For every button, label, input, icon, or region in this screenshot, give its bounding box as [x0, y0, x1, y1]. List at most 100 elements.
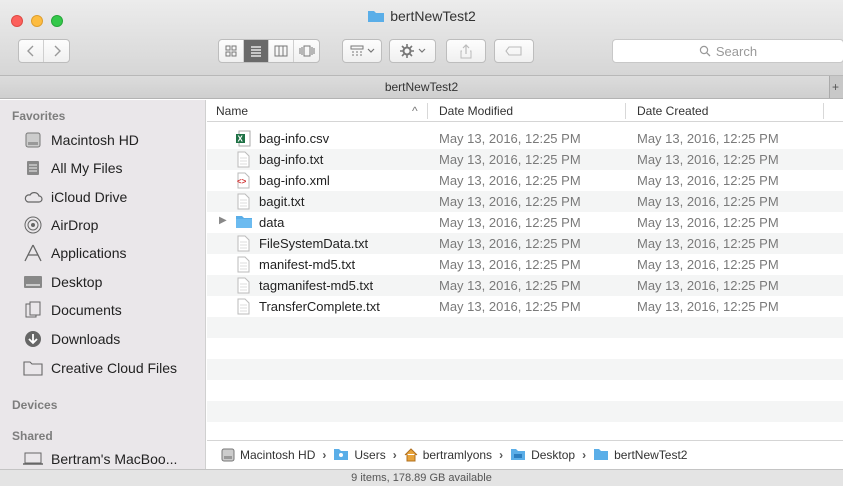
xml-file-icon: <> — [235, 172, 251, 189]
path-item-bertnewtest2[interactable]: bertNewTest2 — [593, 448, 687, 462]
grid-icon — [225, 45, 237, 57]
table-row[interactable]: tagmanifest-md5.txt May 13, 2016, 12:25 … — [207, 275, 843, 296]
column-divider[interactable] — [625, 103, 626, 119]
tab-current[interactable]: bertNewTest2 — [385, 80, 458, 94]
sidebar-item-applications[interactable]: Applications — [22, 241, 127, 265]
file-date-modified: May 13, 2016, 12:25 PM — [439, 152, 581, 167]
share-button[interactable] — [446, 39, 486, 63]
list-view-button[interactable] — [244, 40, 269, 62]
column-header-name[interactable]: Name — [216, 104, 248, 118]
sidebar-item-all-my-files[interactable]: All My Files — [22, 156, 123, 180]
table-row[interactable]: X bag-info.csv May 13, 2016, 12:25 PM Ma… — [207, 128, 843, 149]
table-row[interactable]: ▶ data May 13, 2016, 12:25 PM May 13, 20… — [207, 212, 843, 233]
sidebar-item-label: Desktop — [51, 274, 103, 290]
tag-button[interactable] — [494, 39, 534, 63]
sidebar-item-label: Downloads — [51, 331, 121, 347]
file-date-modified: May 13, 2016, 12:25 PM — [439, 131, 581, 146]
sort-ascending-icon: ^ — [412, 104, 418, 118]
title-toolbar: bertNewTest2 Search — [0, 0, 843, 76]
file-date-created: May 13, 2016, 12:25 PM — [637, 257, 779, 272]
sidebar-item-downloads[interactable]: Downloads — [22, 327, 120, 351]
sidebar-item-label: Creative Cloud Files — [51, 360, 178, 376]
sidebar-item-label: Documents — [51, 302, 122, 318]
empty-row — [207, 317, 843, 338]
table-row[interactable]: bag-info.txt May 13, 2016, 12:25 PM May … — [207, 149, 843, 170]
table-row[interactable]: TransferComplete.txt May 13, 2016, 12:25… — [207, 296, 843, 317]
file-date-created: May 13, 2016, 12:25 PM — [637, 152, 779, 167]
desktop-icon — [22, 272, 44, 292]
text-file-icon — [235, 235, 251, 252]
column-view-button[interactable] — [269, 40, 294, 62]
path-item-label: Users — [354, 447, 386, 462]
folder-icon — [235, 214, 252, 231]
file-name: data — [259, 215, 285, 230]
sidebar-header-shared: Shared — [12, 429, 53, 443]
sidebar-item-label: Applications — [51, 245, 127, 261]
table-row[interactable]: <> bag-info.xml May 13, 2016, 12:25 PM M… — [207, 170, 843, 191]
sidebar-item-macintosh-hd[interactable]: Macintosh HD — [22, 128, 139, 152]
chevron-down-icon — [418, 48, 425, 53]
laptop-icon — [22, 449, 44, 469]
back-button[interactable] — [19, 40, 44, 62]
file-name: bag-info.xml — [259, 173, 330, 188]
sidebar-item-desktop[interactable]: Desktop — [22, 270, 102, 294]
sidebar-item-creative-cloud-files[interactable]: Creative Cloud Files — [22, 356, 177, 380]
sidebar-item-documents[interactable]: Documents — [22, 298, 122, 322]
file-date-modified: May 13, 2016, 12:25 PM — [439, 194, 581, 209]
arrange-button[interactable] — [342, 39, 382, 63]
path-item-users[interactable]: Users — [333, 447, 386, 462]
file-name: bag-info.txt — [259, 152, 324, 167]
sidebar-item-bertram-macbook[interactable]: Bertram's MacBoo... — [22, 447, 177, 471]
window-title: bertNewTest2 — [0, 8, 843, 26]
table-row[interactable]: manifest-md5.txt May 13, 2016, 12:25 PM … — [207, 254, 843, 275]
column-header-date-modified[interactable]: Date Modified — [439, 104, 513, 118]
path-bar: Macintosh HD › Users › bertramlyons › De… — [207, 440, 843, 468]
status-bar: 9 items, 178.89 GB available — [0, 469, 843, 486]
path-item-label: bertramlyons — [422, 447, 493, 462]
path-separator-icon: › — [322, 447, 327, 462]
sidebar-item-label: iCloud Drive — [51, 189, 128, 205]
nav-buttons — [18, 39, 70, 63]
file-date-created: May 13, 2016, 12:25 PM — [637, 299, 779, 314]
sidebar-item-label: All My Files — [51, 160, 123, 176]
column-header-date-created[interactable]: Date Created — [637, 104, 708, 118]
empty-row — [207, 359, 843, 380]
cloud-icon — [22, 187, 44, 207]
folder-icon — [22, 358, 44, 378]
table-row[interactable]: FileSystemData.txt May 13, 2016, 12:25 P… — [207, 233, 843, 254]
forward-button[interactable] — [44, 40, 69, 62]
path-item-desktop[interactable]: Desktop — [510, 448, 575, 462]
file-name: manifest-md5.txt — [259, 257, 356, 272]
action-button[interactable] — [389, 39, 436, 63]
table-row[interactable]: bagit.txt May 13, 2016, 12:25 PM May 13,… — [207, 191, 843, 212]
file-date-created: May 13, 2016, 12:25 PM — [637, 215, 779, 230]
status-text: 9 items, 178.89 GB available — [351, 472, 492, 484]
file-name: FileSystemData.txt — [259, 236, 369, 251]
arrange-grid-icon — [350, 45, 363, 56]
coverflow-icon — [299, 45, 314, 57]
file-date-modified: May 13, 2016, 12:25 PM — [439, 299, 581, 314]
icon-view-button[interactable] — [219, 40, 244, 62]
new-tab-button[interactable]: + — [829, 76, 843, 98]
empty-row — [207, 401, 843, 422]
file-date-created: May 13, 2016, 12:25 PM — [637, 278, 779, 293]
file-date-created: May 13, 2016, 12:25 PM — [637, 194, 779, 209]
file-date-modified: May 13, 2016, 12:25 PM — [439, 278, 581, 293]
share-icon — [460, 43, 472, 58]
column-divider[interactable] — [427, 103, 428, 119]
path-item-macintosh-hd[interactable]: Macintosh HD — [221, 448, 315, 462]
file-date-created: May 13, 2016, 12:25 PM — [637, 131, 779, 146]
file-name: bagit.txt — [259, 194, 305, 209]
column-divider[interactable] — [823, 103, 824, 119]
disclosure-triangle-icon[interactable]: ▶ — [219, 215, 227, 226]
sidebar-item-airdrop[interactable]: AirDrop — [22, 213, 98, 237]
excel-file-icon: X — [235, 130, 251, 147]
search-field[interactable]: Search — [612, 39, 843, 63]
hard-drive-icon — [221, 448, 235, 462]
hard-drive-icon — [22, 130, 44, 150]
file-date-modified: May 13, 2016, 12:25 PM — [439, 257, 581, 272]
list-icon — [251, 46, 261, 57]
path-item-bertramlyons[interactable]: bertramlyons — [404, 448, 492, 462]
coverflow-view-button[interactable] — [294, 40, 319, 62]
sidebar-item-icloud-drive[interactable]: iCloud Drive — [22, 185, 127, 209]
